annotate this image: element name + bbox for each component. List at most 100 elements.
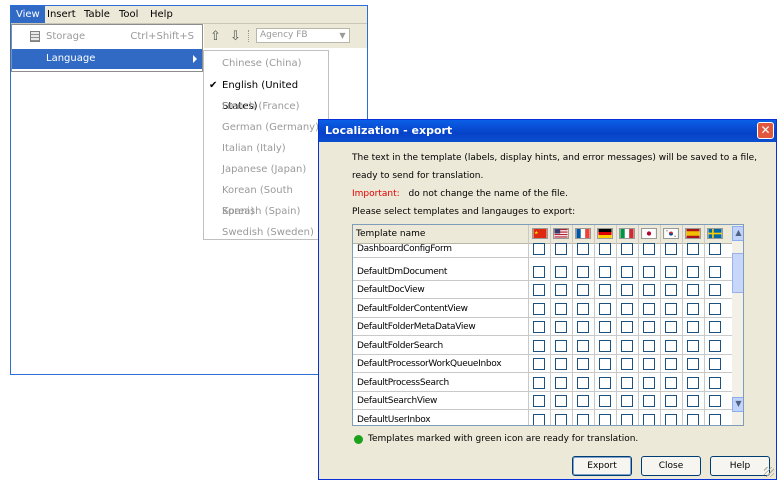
language-checkbox[interactable] <box>599 339 611 352</box>
language-checkbox[interactable] <box>555 413 567 425</box>
resize-grip[interactable] <box>764 467 774 477</box>
language-checkbox[interactable] <box>709 376 721 389</box>
language-checkbox[interactable] <box>643 358 655 370</box>
language-checkbox[interactable] <box>643 265 655 278</box>
language-checkbox[interactable] <box>687 265 699 278</box>
language-checkbox[interactable] <box>643 284 655 296</box>
language-checkbox[interactable] <box>687 321 699 333</box>
arrow-up-icon[interactable]: ⇧ <box>210 29 221 44</box>
language-checkbox[interactable] <box>665 243 677 255</box>
language-checkbox[interactable] <box>533 395 545 407</box>
language-checkbox[interactable] <box>599 284 611 296</box>
language-checkbox[interactable] <box>599 243 611 255</box>
language-checkbox[interactable] <box>643 395 655 407</box>
language-checkbox[interactable] <box>555 321 567 333</box>
menu-storage[interactable]: Storage Ctrl+Shift+S <box>12 27 202 47</box>
table-row[interactable]: DashboardConfigForm <box>353 240 732 258</box>
language-checkbox[interactable] <box>533 413 545 425</box>
language-checkbox[interactable] <box>599 265 611 278</box>
language-checkbox[interactable] <box>577 321 589 333</box>
language-checkbox[interactable] <box>665 395 677 407</box>
language-checkbox[interactable] <box>577 284 589 296</box>
lang-swedish[interactable]: Swedish (Sweden) <box>204 222 328 243</box>
arrow-down-icon[interactable]: ⇩ <box>230 29 241 44</box>
language-checkbox[interactable] <box>599 321 611 333</box>
language-checkbox[interactable] <box>687 395 699 407</box>
language-checkbox[interactable] <box>621 302 633 315</box>
table-row[interactable]: DefaultUserInbox <box>353 411 732 425</box>
menu-tool[interactable]: Tool <box>114 6 143 23</box>
menu-help[interactable]: Help <box>145 6 178 23</box>
chevron-down-icon[interactable]: ▼ <box>336 29 349 42</box>
lang-chinese[interactable]: Chinese (China) <box>204 53 328 74</box>
close-button[interactable]: Close <box>641 456 701 476</box>
lang-spanish[interactable]: Spanish (Spain) <box>204 201 328 222</box>
language-checkbox[interactable] <box>577 376 589 389</box>
lang-french[interactable]: French (France) <box>204 96 328 117</box>
language-checkbox[interactable] <box>599 358 611 370</box>
language-checkbox[interactable] <box>665 339 677 352</box>
scroll-up-icon[interactable]: ▲ <box>732 226 743 241</box>
table-row[interactable]: DefaultDmDocument <box>353 263 732 281</box>
table-row[interactable]: DefaultFolderSearch <box>353 337 732 355</box>
table-row[interactable]: DefaultDocView <box>353 281 732 299</box>
language-checkbox[interactable] <box>709 339 721 352</box>
menu-language[interactable]: Language <box>12 49 202 69</box>
language-checkbox[interactable] <box>665 376 677 389</box>
scroll-down-icon[interactable]: ▼ <box>732 397 743 412</box>
language-checkbox[interactable] <box>621 265 633 278</box>
table-row[interactable]: DefaultProcessSearch <box>353 374 732 392</box>
language-checkbox[interactable] <box>643 339 655 352</box>
language-checkbox[interactable] <box>687 413 699 425</box>
lang-italian[interactable]: Italian (Italy) <box>204 138 328 159</box>
menu-table[interactable]: Table <box>79 6 115 23</box>
language-checkbox[interactable] <box>643 413 655 425</box>
language-checkbox[interactable] <box>709 302 721 315</box>
language-checkbox[interactable] <box>643 321 655 333</box>
vertical-scrollbar[interactable]: ▲ ▼ <box>732 225 743 425</box>
language-checkbox[interactable] <box>687 339 699 352</box>
language-checkbox[interactable] <box>643 243 655 255</box>
table-row[interactable]: DefaultFolderContentView <box>353 300 732 318</box>
language-checkbox[interactable] <box>533 284 545 296</box>
lang-japanese[interactable]: Japanese (Japan) <box>204 159 328 180</box>
language-checkbox[interactable] <box>665 413 677 425</box>
language-checkbox[interactable] <box>621 339 633 352</box>
table-row[interactable]: DefaultProcessorWorkQueueInbox <box>353 355 732 373</box>
language-checkbox[interactable] <box>533 376 545 389</box>
language-checkbox[interactable] <box>621 284 633 296</box>
language-checkbox[interactable] <box>709 413 721 425</box>
menu-view[interactable]: View <box>11 6 45 23</box>
language-checkbox[interactable] <box>709 321 721 333</box>
language-checkbox[interactable] <box>687 302 699 315</box>
language-checkbox[interactable] <box>643 302 655 315</box>
language-checkbox[interactable] <box>665 284 677 296</box>
language-checkbox[interactable] <box>621 243 633 255</box>
language-checkbox[interactable] <box>665 321 677 333</box>
language-checkbox[interactable] <box>709 265 721 278</box>
language-checkbox[interactable] <box>709 284 721 296</box>
lang-korean[interactable]: Korean (South Korea) <box>204 180 328 217</box>
language-checkbox[interactable] <box>599 376 611 389</box>
language-checkbox[interactable] <box>665 302 677 315</box>
export-button[interactable]: Export <box>572 456 632 476</box>
language-checkbox[interactable] <box>599 302 611 315</box>
help-button[interactable]: Help <box>710 456 770 476</box>
language-checkbox[interactable] <box>555 339 567 352</box>
language-checkbox[interactable] <box>533 302 545 315</box>
language-checkbox[interactable] <box>665 265 677 278</box>
language-checkbox[interactable] <box>555 243 567 255</box>
language-checkbox[interactable] <box>555 302 567 315</box>
language-checkbox[interactable] <box>621 358 633 370</box>
language-checkbox[interactable] <box>555 376 567 389</box>
language-checkbox[interactable] <box>621 376 633 389</box>
language-checkbox[interactable] <box>533 243 545 255</box>
language-checkbox[interactable] <box>687 376 699 389</box>
lang-german[interactable]: German (Germany) <box>204 117 328 138</box>
language-checkbox[interactable] <box>599 413 611 425</box>
table-row[interactable]: DefaultFolderMetaDataView <box>353 318 732 336</box>
language-checkbox[interactable] <box>621 395 633 407</box>
language-checkbox[interactable] <box>687 243 699 255</box>
language-checkbox[interactable] <box>577 358 589 370</box>
language-checkbox[interactable] <box>533 339 545 352</box>
